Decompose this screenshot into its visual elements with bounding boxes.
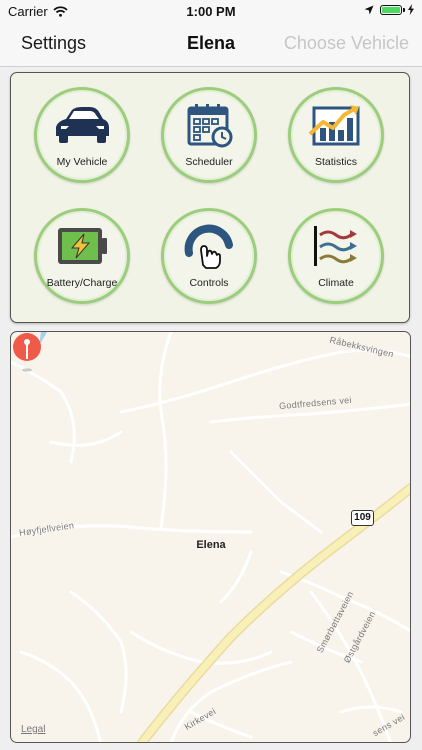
menu-panel: My Vehicle Scheduler Statistics Battery/… (10, 72, 410, 323)
charging-bolt-icon (408, 4, 414, 15)
battery-charge-button[interactable]: Battery/Charge (34, 208, 130, 304)
my-vehicle-button[interactable]: My Vehicle (34, 87, 130, 183)
climate-button[interactable]: Climate (288, 208, 384, 304)
tile-label: Battery/Charge (46, 277, 118, 289)
legal-link[interactable]: Legal (21, 724, 45, 735)
tile-label: Scheduler (185, 156, 233, 168)
map-view[interactable]: Råbekksvingen Godtfredsens vei Høyfjellv… (10, 331, 411, 743)
touch-gauge-icon (184, 224, 233, 269)
status-bar: Carrier 1:00 PM (0, 0, 422, 22)
controls-button[interactable]: Controls (161, 208, 257, 304)
statistics-button[interactable]: Statistics (288, 87, 384, 183)
location-pin-icon[interactable] (11, 332, 43, 374)
tile-label: Statistics (314, 156, 357, 168)
car-icon (56, 107, 109, 143)
chart-icon (308, 105, 360, 146)
tile-label: My Vehicle (56, 156, 108, 168)
location-arrow-icon (364, 5, 374, 14)
battery-icon (380, 4, 405, 15)
pin-label: Elena (196, 539, 226, 551)
tile-label: Climate (318, 277, 354, 289)
tile-label: Controls (189, 277, 229, 289)
battery-icon (58, 228, 107, 264)
status-right (364, 4, 414, 15)
airflow-icon (314, 226, 357, 266)
route-shield: 109 (351, 510, 374, 526)
clock: 1:00 PM (186, 4, 236, 19)
scheduler-button[interactable]: Scheduler (161, 87, 257, 183)
settings-button[interactable]: Settings (21, 33, 86, 54)
choose-vehicle-button[interactable]: Choose Vehicle (284, 33, 409, 54)
map-roads (11, 332, 410, 742)
calendar-clock-icon (187, 104, 233, 148)
navigation-bar: Settings Elena Choose Vehicle (0, 22, 422, 67)
